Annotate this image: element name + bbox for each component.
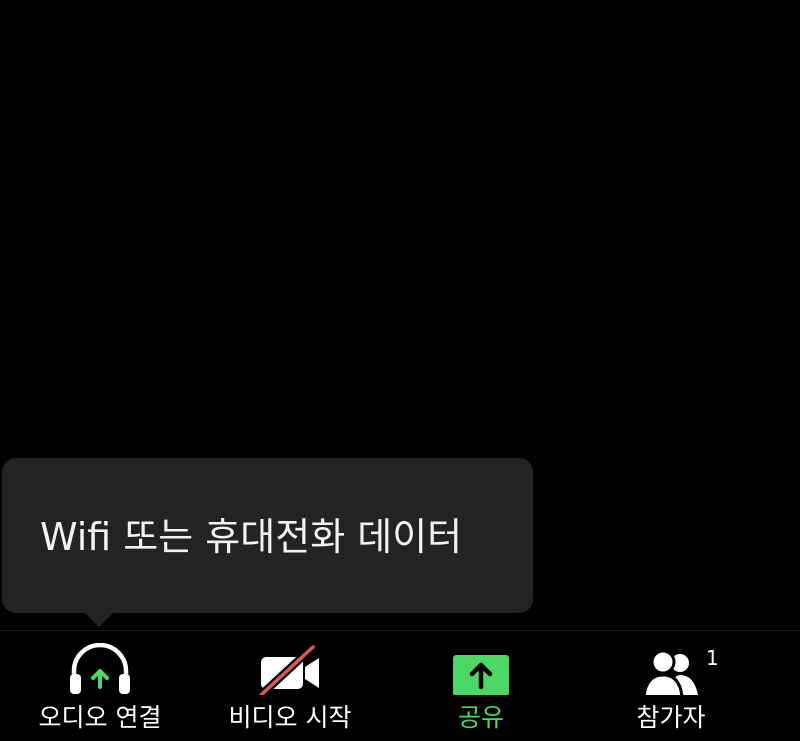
audio-tooltip-text: Wifi 또는 휴대전화 데이터 (40, 515, 463, 559)
share-button[interactable]: 공유 (381, 631, 581, 741)
share-label: 공유 (457, 703, 504, 732)
participants-icon (642, 649, 698, 695)
join-audio-button[interactable]: 오디오 연결 (0, 631, 200, 741)
video-camera-off-icon (257, 643, 319, 695)
meeting-screen: Wifi 또는 휴대전화 데이터 오디오 연결 비디오 시작 공유 참가자 1 (0, 0, 800, 741)
share-screen-icon (453, 655, 509, 695)
start-video-label: 비디오 시작 (228, 703, 352, 732)
participants-label: 참가자 (636, 703, 706, 732)
tooltip-arrow (84, 612, 114, 627)
join-audio-label: 오디오 연결 (38, 703, 162, 732)
bottom-toolbar: 오디오 연결 비디오 시작 공유 참가자 (0, 630, 800, 741)
participants-count-badge: 1 (706, 646, 719, 670)
start-video-button[interactable]: 비디오 시작 (190, 631, 390, 741)
headphones-upload-icon (70, 643, 130, 694)
participants-button[interactable]: 참가자 (571, 631, 771, 741)
